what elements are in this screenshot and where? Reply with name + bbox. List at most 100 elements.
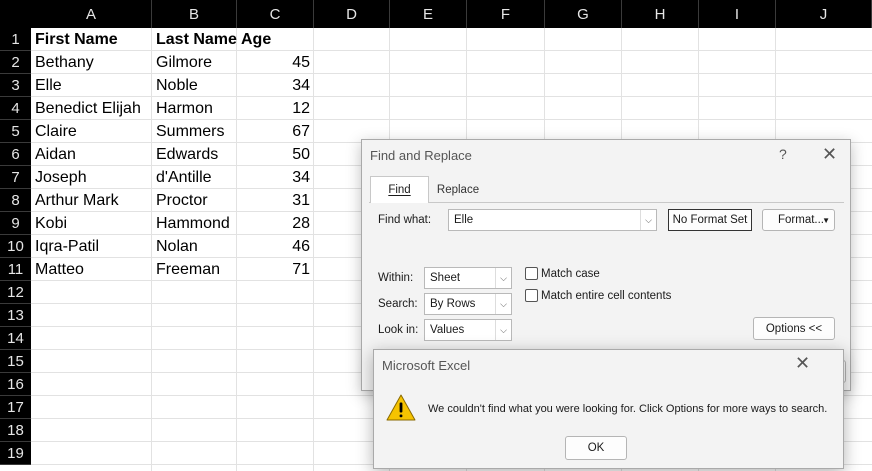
within-value: Sheet [430, 272, 461, 284]
column-header-a[interactable]: A [31, 0, 152, 28]
cell-a10[interactable]: Iqra-Patil [35, 235, 148, 258]
within-select[interactable]: Sheet ⌵ [424, 267, 512, 289]
cell-b1[interactable]: Last Name [156, 28, 237, 51]
cell-a11[interactable]: Matteo [35, 258, 148, 281]
column-header-c[interactable]: C [237, 0, 314, 28]
cell-c1[interactable]: Age [241, 28, 310, 51]
within-label: Within: [378, 272, 414, 284]
match-entire-cell-checkbox[interactable] [525, 289, 538, 302]
gridline-vertical [236, 28, 237, 471]
match-case-checkbox[interactable] [525, 267, 538, 280]
help-icon[interactable]: ? [779, 146, 787, 162]
cell-c5[interactable]: 67 [241, 120, 310, 143]
cell-b11[interactable]: Freeman [156, 258, 233, 281]
message-text: We couldn't find what you were looking f… [428, 403, 828, 415]
row-header-3[interactable]: 3 [0, 74, 31, 97]
cell-b10[interactable]: Nolan [156, 235, 233, 258]
cell-c4[interactable]: 12 [241, 97, 310, 120]
look-in-value: Values [430, 324, 465, 336]
search-select[interactable]: By Rows ⌵ [424, 293, 512, 315]
cell-a6[interactable]: Aidan [35, 143, 148, 166]
cell-c11[interactable]: 71 [241, 258, 310, 281]
column-header-e[interactable]: E [390, 0, 467, 28]
close-icon[interactable]: ✕ [822, 144, 837, 165]
select-all-corner[interactable] [0, 0, 31, 28]
no-format-set-button[interactable]: No Format Set [668, 209, 752, 231]
row-header-11[interactable]: 11 [0, 258, 31, 281]
gridline-vertical [151, 28, 152, 471]
cell-b6[interactable]: Edwards [156, 143, 233, 166]
tab-replace[interactable]: Replace [430, 176, 486, 203]
cell-b8[interactable]: Proctor [156, 189, 233, 212]
cell-b9[interactable]: Hammond [156, 212, 233, 235]
look-in-select[interactable]: Values ⌵ [424, 319, 512, 341]
row-header-13[interactable]: 13 [0, 304, 31, 327]
cell-a9[interactable]: Kobi [35, 212, 148, 235]
row-header-16[interactable]: 16 [0, 373, 31, 396]
find-what-label: Find what: [378, 214, 432, 226]
cell-b2[interactable]: Gilmore [156, 51, 233, 74]
look-in-label: Look in: [378, 324, 419, 336]
row-header-6[interactable]: 6 [0, 143, 31, 166]
column-header-b[interactable]: B [152, 0, 237, 28]
search-label: Search: [378, 298, 418, 310]
cell-a3[interactable]: Elle [35, 74, 148, 97]
cell-b7[interactable]: d'Antille [156, 166, 233, 189]
find-what-value: Elle [454, 214, 474, 226]
row-header-14[interactable]: 14 [0, 327, 31, 350]
row-header-9[interactable]: 9 [0, 212, 31, 235]
format-button-label: Format... [778, 214, 825, 226]
column-header-j[interactable]: J [776, 0, 872, 28]
cell-c10[interactable]: 46 [241, 235, 310, 258]
tab-find[interactable]: Find [370, 176, 429, 203]
row-header-1[interactable]: 1 [0, 28, 31, 51]
row-header-12[interactable]: 12 [0, 281, 31, 304]
cell-b5[interactable]: Summers [156, 120, 233, 143]
warning-icon [386, 394, 416, 421]
find-what-input[interactable]: Elle ⌵ [448, 209, 657, 231]
row-header-4[interactable]: 4 [0, 97, 31, 120]
options-button[interactable]: Options << [753, 317, 835, 340]
row-header-10[interactable]: 10 [0, 235, 31, 258]
cell-c7[interactable]: 34 [241, 166, 310, 189]
chevron-down-icon: ⌵ [495, 268, 511, 288]
match-entire-cell-label: Match entire cell contents [541, 290, 672, 302]
column-header-g[interactable]: G [545, 0, 622, 28]
chevron-down-icon: ⌵ [495, 294, 511, 314]
match-case-label: Match case [541, 268, 600, 280]
chevron-down-icon[interactable]: ⌵ [640, 210, 656, 230]
search-value: By Rows [430, 298, 476, 310]
chevron-down-icon: ⌵ [495, 320, 511, 340]
cell-a5[interactable]: Claire [35, 120, 148, 143]
column-header-i[interactable]: I [699, 0, 776, 28]
cell-c3[interactable]: 34 [241, 74, 310, 97]
row-header-15[interactable]: 15 [0, 350, 31, 373]
close-icon[interactable]: ✕ [795, 353, 810, 374]
cell-a2[interactable]: Bethany [35, 51, 148, 74]
ok-button[interactable]: OK [565, 436, 627, 460]
cell-c8[interactable]: 31 [241, 189, 310, 212]
gridline-vertical [313, 28, 314, 471]
format-button[interactable]: Format... ▼ [762, 209, 835, 231]
row-header-7[interactable]: 7 [0, 166, 31, 189]
cell-a1[interactable]: First Name [35, 28, 148, 51]
cell-c9[interactable]: 28 [241, 212, 310, 235]
row-header-18[interactable]: 18 [0, 419, 31, 442]
cell-c6[interactable]: 50 [241, 143, 310, 166]
row-header-8[interactable]: 8 [0, 189, 31, 212]
cell-a8[interactable]: Arthur Mark [35, 189, 148, 212]
cell-b4[interactable]: Harmon [156, 97, 233, 120]
column-header-f[interactable]: F [467, 0, 545, 28]
row-header-2[interactable]: 2 [0, 51, 31, 74]
column-header-h[interactable]: H [622, 0, 699, 28]
cell-a7[interactable]: Joseph [35, 166, 148, 189]
cell-b3[interactable]: Noble [156, 74, 233, 97]
row-header-19[interactable]: 19 [0, 442, 31, 465]
row-header-5[interactable]: 5 [0, 120, 31, 143]
cell-c2[interactable]: 45 [241, 51, 310, 74]
tab-find-label: Find [388, 184, 411, 196]
dropdown-arrow-icon: ▼ [822, 215, 830, 225]
cell-a4[interactable]: Benedict Elijah [35, 97, 148, 120]
column-header-d[interactable]: D [314, 0, 390, 28]
row-header-17[interactable]: 17 [0, 396, 31, 419]
